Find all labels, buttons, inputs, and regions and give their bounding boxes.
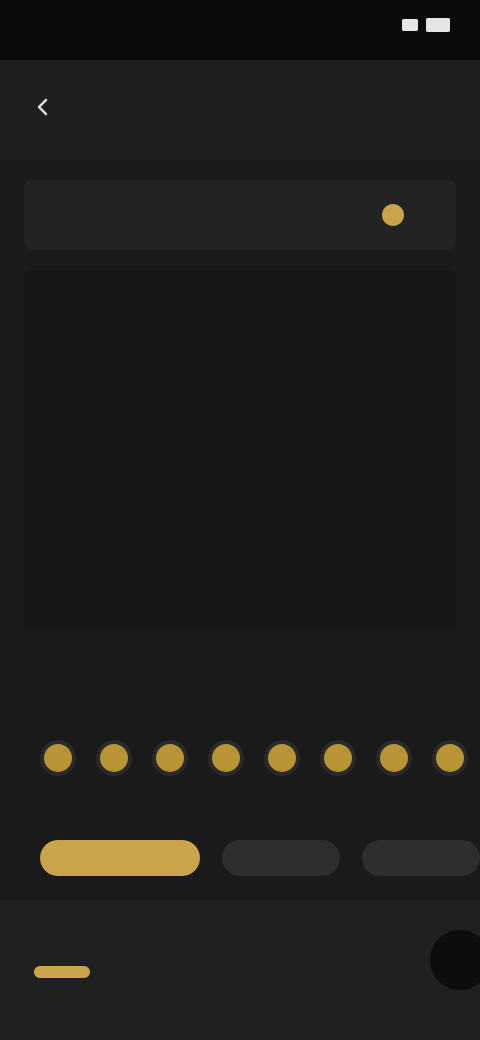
dot-option[interactable] — [212, 744, 240, 772]
main-content — [0, 160, 480, 900]
signal-icon — [402, 19, 418, 31]
status-time — [36, 18, 108, 38]
dot-option[interactable] — [100, 744, 128, 772]
bottom-bar-subtitle-row — [34, 966, 100, 978]
dot-option[interactable] — [268, 744, 296, 772]
chip-group — [40, 840, 480, 880]
chip-option[interactable] — [362, 840, 480, 876]
status-icons — [402, 18, 450, 32]
dot-option[interactable] — [380, 744, 408, 772]
preview-canvas[interactable] — [24, 270, 456, 630]
dot-option[interactable] — [156, 744, 184, 772]
color-swatch-icon — [382, 204, 404, 226]
status-bar — [0, 0, 480, 60]
dot-option[interactable] — [436, 744, 464, 772]
back-button[interactable] — [26, 90, 60, 124]
arrow-left-icon — [37, 98, 48, 116]
dot-picker — [44, 744, 480, 784]
dot-option[interactable] — [324, 744, 352, 772]
header-right-control[interactable] — [374, 204, 404, 226]
section-header — [40, 652, 440, 682]
header-card[interactable] — [24, 180, 456, 250]
dot-option[interactable] — [44, 744, 72, 772]
bottom-bar — [0, 900, 480, 1040]
battery-icon — [426, 18, 450, 32]
app-bar — [0, 60, 480, 160]
chip-option[interactable] — [222, 840, 340, 876]
action-button[interactable] — [430, 930, 480, 990]
accent-bar — [34, 966, 90, 978]
chip-option-selected[interactable] — [40, 840, 200, 876]
